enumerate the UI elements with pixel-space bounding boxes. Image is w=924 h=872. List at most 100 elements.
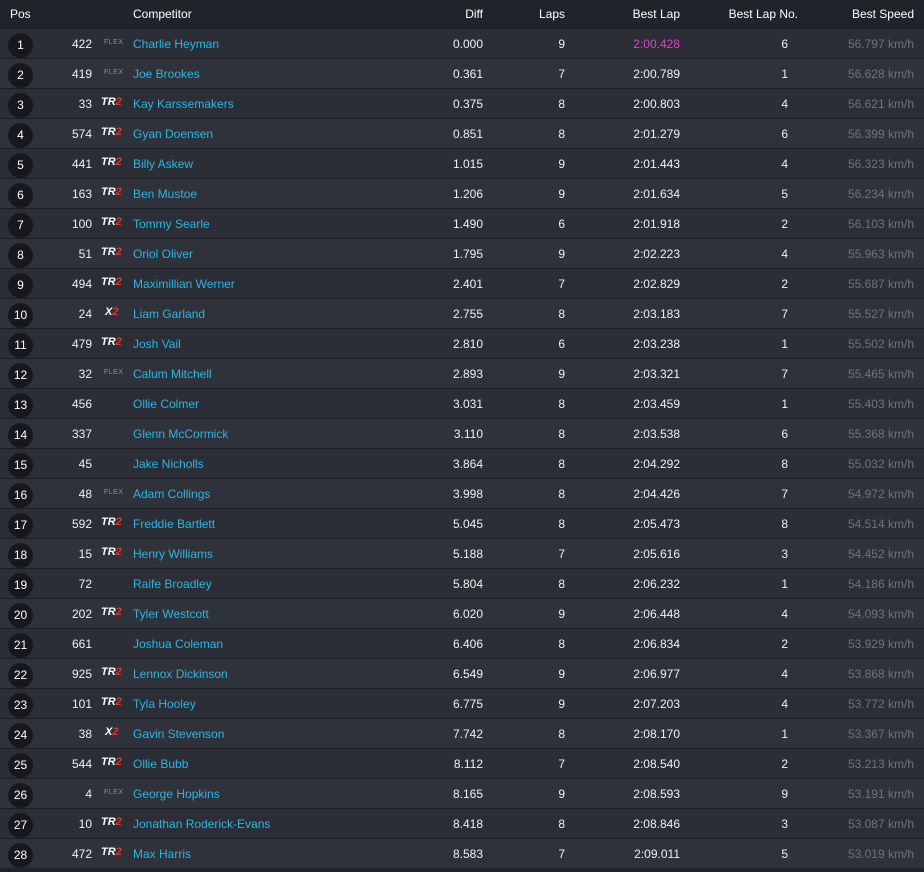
- diff-value: 8.583: [452, 847, 483, 861]
- competitor-name-link[interactable]: Billy Askew: [133, 157, 193, 171]
- diff-value: 0.851: [452, 127, 483, 141]
- table-row[interactable]: 26 4 FLEX George Hopkins 8.165 9 2:08.593 9 53.1…: [0, 778, 924, 808]
- competitor-name-link[interactable]: Glenn McCormick: [133, 427, 228, 441]
- table-row[interactable]: 28 472 TR2 Max Harris 8.583 7 2:09.011 5 53.019 …: [0, 838, 924, 868]
- table-row[interactable]: 3 33 TR2 Kay Karssemakers 0.375 8 2:00.803 4 56.…: [0, 88, 924, 118]
- position-badge: 23: [8, 693, 33, 718]
- table-row[interactable]: 13 456 Ollie Colmer 3.031 8 2:03.459 1 55.403 k…: [0, 388, 924, 418]
- table-row[interactable]: 17 592 TR2 Freddie Bartlett 5.045 8 2:05.473 8 5…: [0, 508, 924, 538]
- competitor-number: 494: [71, 277, 92, 291]
- table-row[interactable]: 10 24 X2 Liam Garland 2.755 8 2:03.183 7 55.527 …: [0, 298, 924, 328]
- competitor-name-link[interactable]: George Hopkins: [133, 787, 220, 801]
- competitor-name-link[interactable]: Henry Williams: [133, 547, 213, 561]
- competitor-number: 24: [78, 307, 92, 321]
- table-row[interactable]: 20 202 TR2 Tyler Westcott 6.020 9 2:06.448 4 54.…: [0, 598, 924, 628]
- competitor-name-link[interactable]: Max Harris: [133, 847, 191, 861]
- table-row[interactable]: 9 494 TR2 Maximillian Werner 2.401 7 2:02.829 2…: [0, 268, 924, 298]
- best-speed-value: 55.502 km/h: [847, 337, 914, 351]
- competitor-name-link[interactable]: Tyler Westcott: [133, 607, 209, 621]
- competitor-name-link[interactable]: Liam Garland: [133, 307, 205, 321]
- best-lap-no-value: 4: [781, 607, 788, 621]
- competitor-number: 456: [71, 397, 92, 411]
- competitor-name-link[interactable]: Kay Karssemakers: [133, 97, 234, 111]
- competitor-name-link[interactable]: Joshua Coleman: [133, 637, 223, 651]
- best-lap-value: 2:07.203: [633, 697, 680, 711]
- best-speed-value: 53.772 km/h: [847, 697, 914, 711]
- competitor-name-link[interactable]: Jake Nicholls: [133, 457, 204, 471]
- diff-value: 2.893: [452, 367, 483, 381]
- competitor-name-link[interactable]: Oriol Oliver: [133, 247, 193, 261]
- table-row[interactable]: 16 48 FLEX Adam Collings 3.998 8 2:04.426 7 54.9…: [0, 478, 924, 508]
- table-row[interactable]: 21 661 Joshua Coleman 6.406 8 2:06.834 2 53.929…: [0, 628, 924, 658]
- class-logo-tr2: TR2: [101, 126, 122, 138]
- class-logo-flex: FLEX: [104, 789, 124, 796]
- competitor-name-link[interactable]: Joe Brookes: [133, 67, 200, 81]
- table-row[interactable]: 27 10 TR2 Jonathan Roderick-Evans 8.418 8 2:08…: [0, 808, 924, 838]
- table-row[interactable]: 14 337 Glenn McCormick 3.110 8 2:03.538 6 55.36…: [0, 418, 924, 448]
- competitor-number: 202: [71, 607, 92, 621]
- competitor-name-link[interactable]: Ollie Colmer: [133, 397, 199, 411]
- table-row[interactable]: 8 51 TR2 Oriol Oliver 1.795 9 2:02.223 4 55.963 …: [0, 238, 924, 268]
- laps-value: 8: [558, 817, 565, 831]
- table-row[interactable]: 11 479 TR2 Josh Vail 2.810 6 2:03.238 1 55.502 k…: [0, 328, 924, 358]
- competitor-number: 101: [71, 697, 92, 711]
- competitor-name-link[interactable]: Gyan Doensen: [133, 127, 213, 141]
- header-laps[interactable]: Laps: [539, 7, 565, 21]
- laps-value: 8: [558, 397, 565, 411]
- competitor-name-link[interactable]: Josh Vail: [133, 337, 181, 351]
- best-speed-value: 53.087 km/h: [847, 817, 914, 831]
- header-pos[interactable]: Pos: [10, 7, 31, 21]
- competitor-name-link[interactable]: Calum Mitchell: [133, 367, 212, 381]
- table-row[interactable]: 24 38 X2 Gavin Stevenson 7.742 8 2:08.170 1 53.3…: [0, 718, 924, 748]
- class-logo-tr2: TR2: [101, 516, 122, 528]
- table-header: Pos Competitor Diff Laps Best Lap Best L…: [0, 0, 924, 28]
- table-row[interactable]: 25 544 TR2 Ollie Bubb 8.112 7 2:08.540 2 53.213 …: [0, 748, 924, 778]
- position-badge: 7: [8, 213, 33, 238]
- position-badge: 3: [8, 93, 33, 118]
- position-badge: 10: [8, 303, 33, 328]
- class-logo-tr2: TR2: [101, 246, 122, 258]
- competitor-name-link[interactable]: Jonathan Roderick-Evans: [133, 817, 270, 831]
- competitor-name-link[interactable]: Charlie Heyman: [133, 37, 219, 51]
- table-row[interactable]: 22 925 TR2 Lennox Dickinson 6.549 9 2:06.977 4 5…: [0, 658, 924, 688]
- header-best-lap[interactable]: Best Lap: [633, 7, 680, 21]
- header-best-lap-no[interactable]: Best Lap No.: [729, 7, 798, 21]
- best-speed-value: 56.323 km/h: [847, 157, 914, 171]
- position-badge: 9: [8, 273, 33, 298]
- competitor-name-link[interactable]: Raife Broadley: [133, 577, 212, 591]
- competitor-number: 163: [71, 187, 92, 201]
- class-logo-tr2: TR2: [101, 816, 122, 828]
- class-logo-tr2: TR2: [101, 696, 122, 708]
- diff-value: 8.112: [453, 757, 483, 771]
- header-diff[interactable]: Diff: [465, 7, 483, 21]
- table-row[interactable]: 5 441 TR2 Billy Askew 1.015 9 2:01.443 4 56.323 …: [0, 148, 924, 178]
- position-badge: 20: [8, 603, 33, 628]
- table-row[interactable]: 15 45 Jake Nicholls 3.864 8 2:04.292 8 55.032 k…: [0, 448, 924, 478]
- competitor-name-link[interactable]: Ollie Bubb: [133, 757, 188, 771]
- competitor-name-link[interactable]: Tommy Searle: [133, 217, 210, 231]
- diff-value: 6.549: [452, 667, 483, 681]
- best-lap-no-value: 9: [781, 787, 788, 801]
- best-lap-value: 2:03.238: [633, 337, 680, 351]
- header-best-speed[interactable]: Best Speed: [852, 7, 914, 21]
- competitor-name-link[interactable]: Lennox Dickinson: [133, 667, 228, 681]
- competitor-name-link[interactable]: Tyla Hooley: [133, 697, 196, 711]
- laps-value: 7: [558, 547, 565, 561]
- diff-value: 5.188: [452, 547, 483, 561]
- table-row[interactable]: 18 15 TR2 Henry Williams 5.188 7 2:05.616 3 54.4…: [0, 538, 924, 568]
- table-row[interactable]: 2 419 FLEX Joe Brookes 0.361 7 2:00.789 1 56.628…: [0, 58, 924, 88]
- table-row[interactable]: 19 72 Raife Broadley 5.804 8 2:06.232 1 54.186 …: [0, 568, 924, 598]
- competitor-name-link[interactable]: Gavin Stevenson: [133, 727, 224, 741]
- table-row[interactable]: 4 574 TR2 Gyan Doensen 0.851 8 2:01.279 6 56.399…: [0, 118, 924, 148]
- competitor-name-link[interactable]: Maximillian Werner: [133, 277, 235, 291]
- table-row[interactable]: 6 163 TR2 Ben Mustoe 1.206 9 2:01.634 5 56.234 k…: [0, 178, 924, 208]
- competitor-name-link[interactable]: Ben Mustoe: [133, 187, 197, 201]
- competitor-name-link[interactable]: Freddie Bartlett: [133, 517, 215, 531]
- table-row[interactable]: 12 32 FLEX Calum Mitchell 2.893 9 2:03.321 7 55.…: [0, 358, 924, 388]
- table-row[interactable]: 23 101 TR2 Tyla Hooley 6.775 9 2:07.203 4 53.772…: [0, 688, 924, 718]
- competitor-name-link[interactable]: Adam Collings: [133, 487, 210, 501]
- table-row[interactable]: 7 100 TR2 Tommy Searle 1.490 6 2:01.918 2 56.103…: [0, 208, 924, 238]
- header-competitor[interactable]: Competitor: [133, 7, 192, 21]
- class-logo-tr2: TR2: [101, 846, 122, 858]
- table-row[interactable]: 1 422 FLEX Charlie Heyman 0.000 9 2:00.428 6 56.…: [0, 28, 924, 58]
